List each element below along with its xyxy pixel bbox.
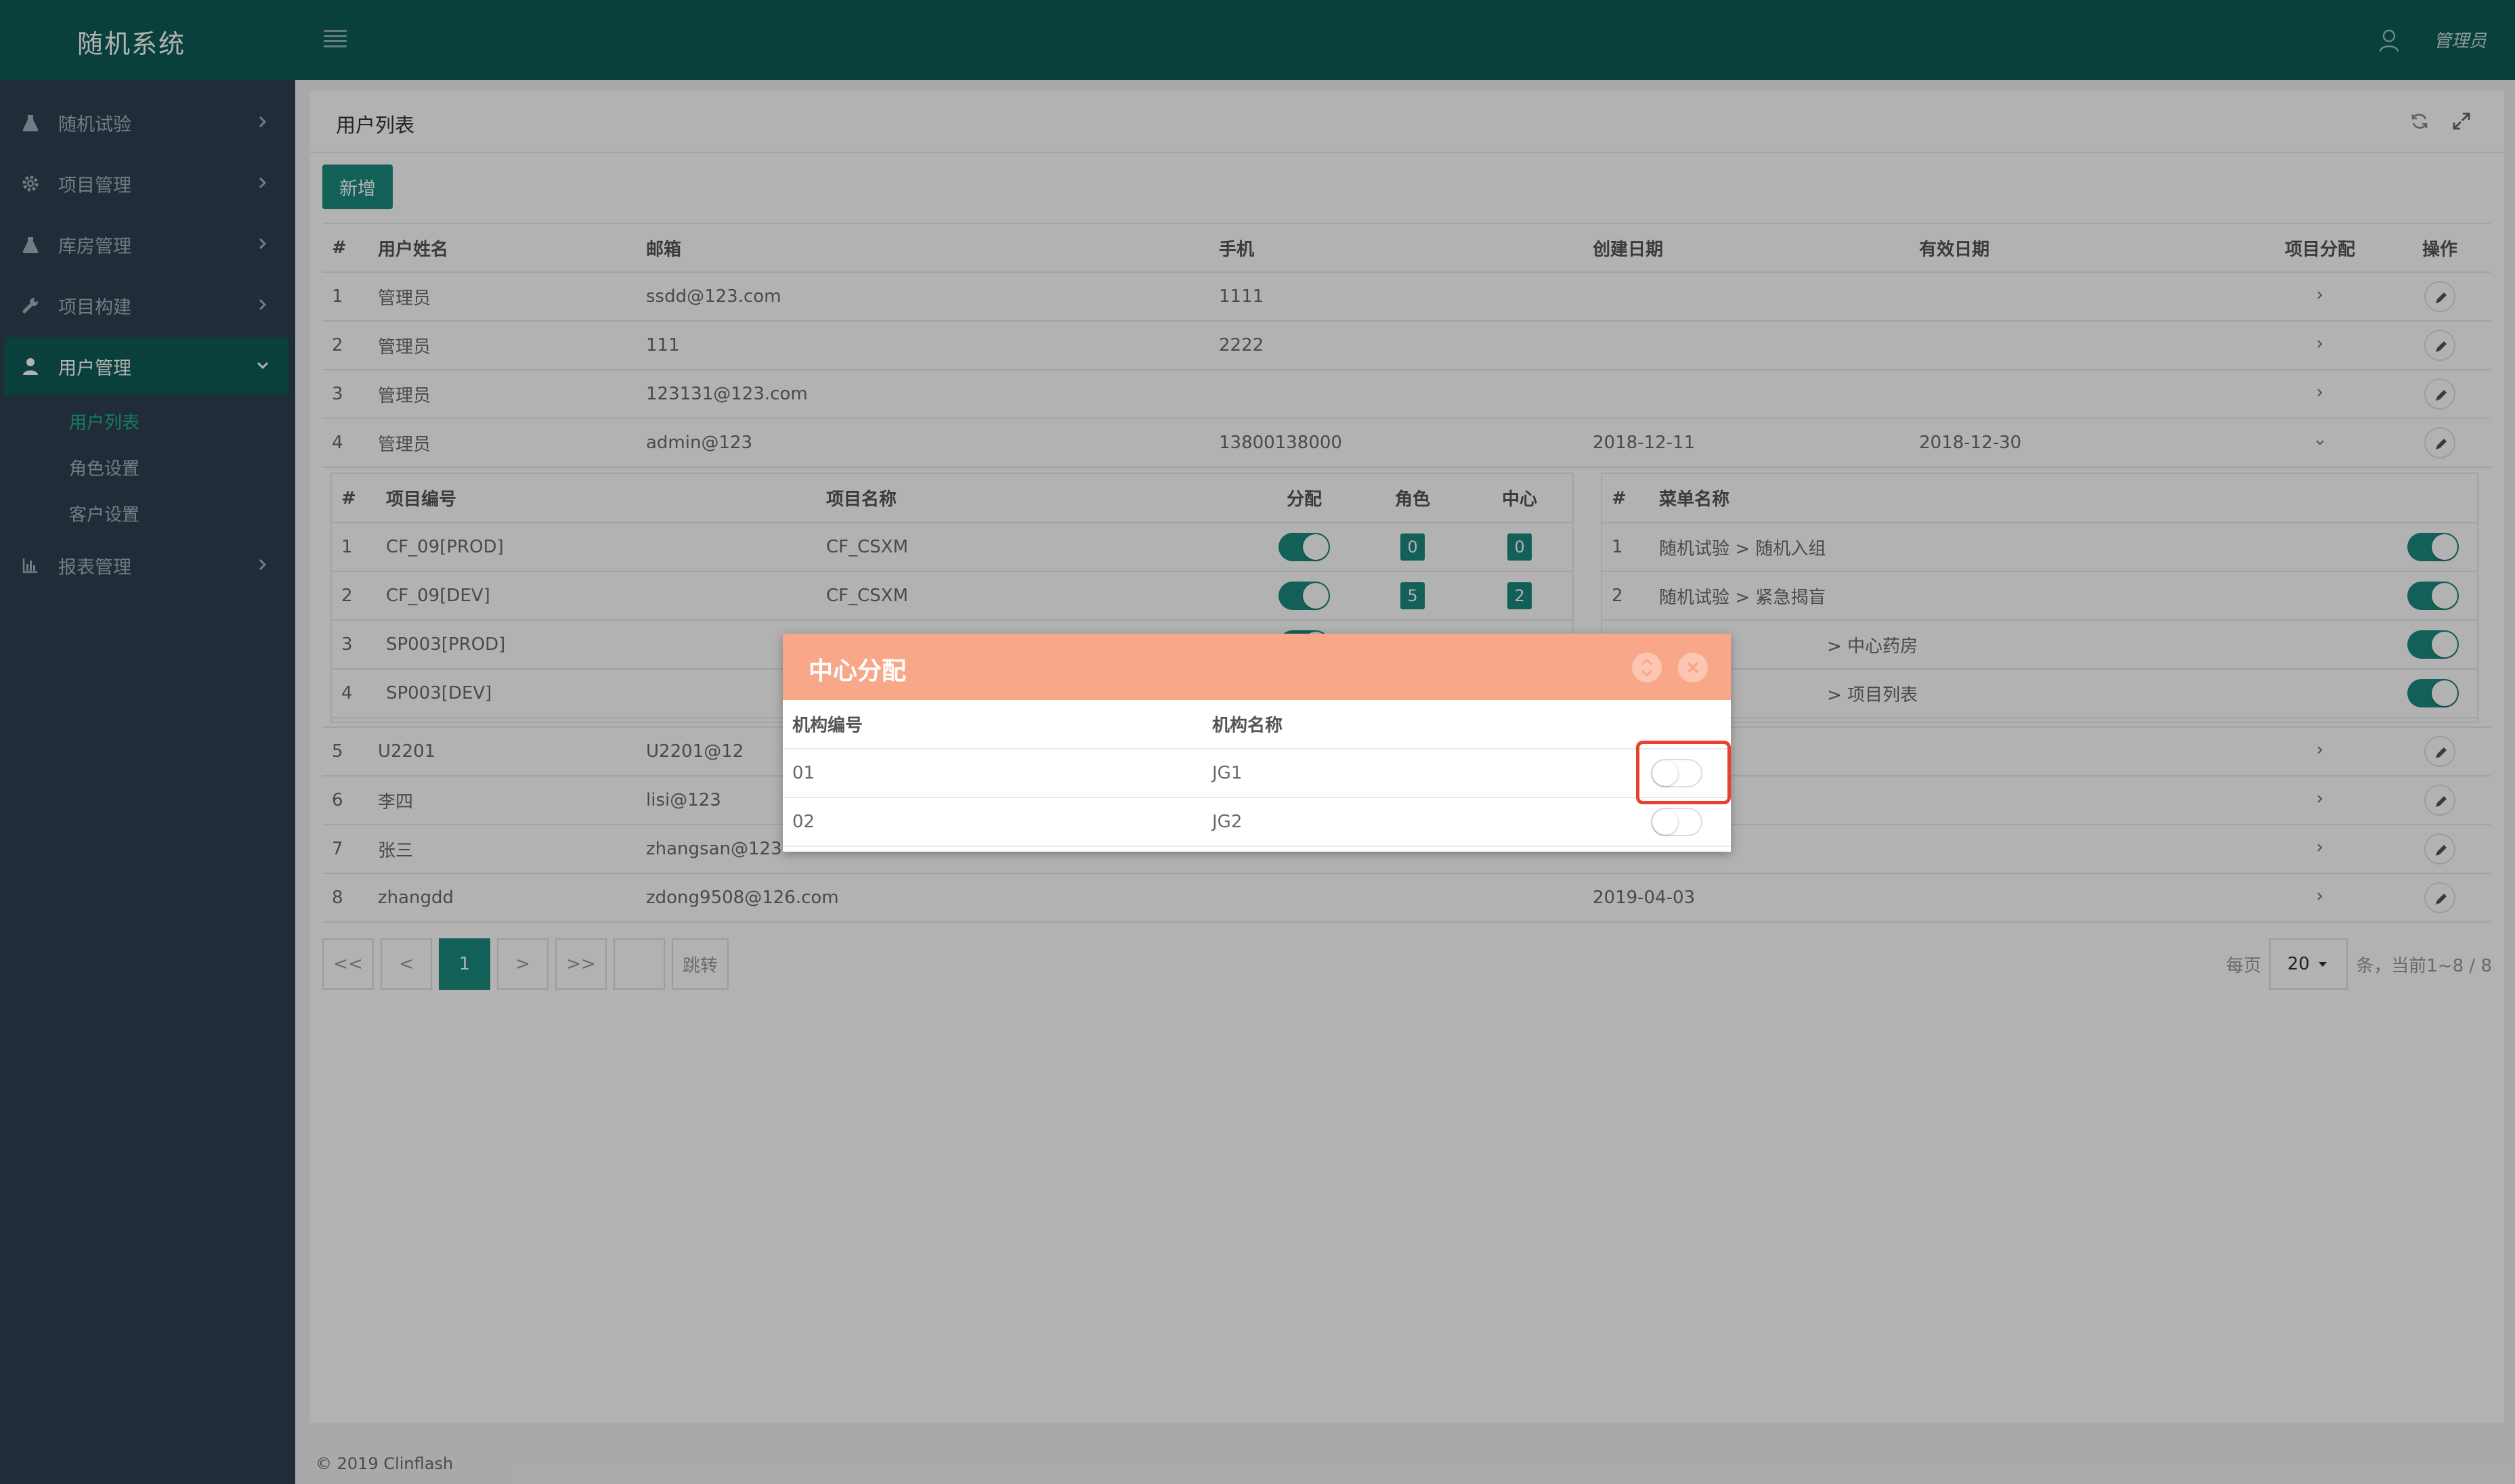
- dialog-title: 中心分配: [809, 657, 907, 685]
- column-header-org-code: 机构编号: [783, 700, 1203, 749]
- center-assign-dialog: 中心分配 机构编号 机构名称 01 JG1 02 JG2: [783, 634, 1731, 852]
- center-toggle[interactable]: [1651, 808, 1702, 836]
- table-row: 02 JG2: [783, 798, 1731, 847]
- column-header-org-name: 机构名称: [1203, 700, 1622, 749]
- table-row: 01 JG1: [783, 749, 1731, 798]
- dialog-header: 中心分配: [783, 634, 1731, 700]
- row-org-code: 02: [783, 798, 1203, 847]
- row-org-name: JG1: [1203, 749, 1622, 798]
- center-table: 机构编号 机构名称 01 JG1 02 JG2: [783, 700, 1731, 847]
- table-header-row: 机构编号 机构名称: [783, 700, 1731, 749]
- row-org-code: 01: [783, 749, 1203, 798]
- row-org-name: JG2: [1203, 798, 1622, 847]
- dialog-close-icon[interactable]: [1678, 653, 1708, 682]
- highlight-box: [1636, 741, 1731, 804]
- dialog-maximize-icon[interactable]: [1632, 653, 1662, 682]
